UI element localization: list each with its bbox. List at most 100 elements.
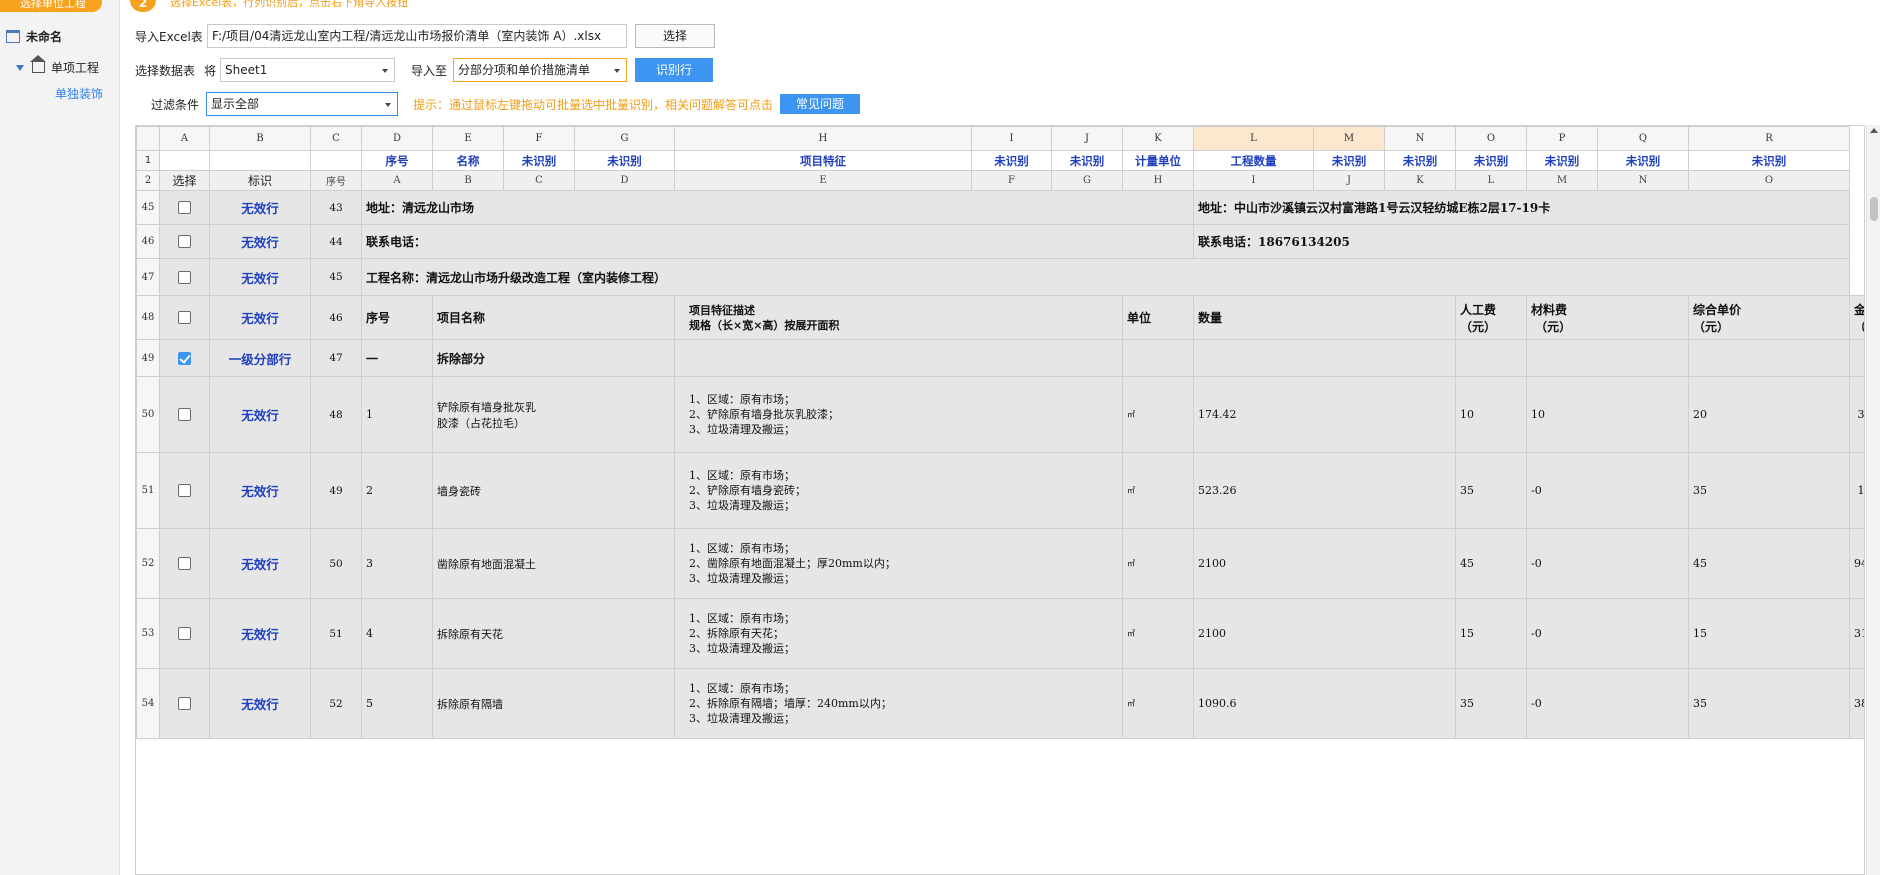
row-type-tag[interactable]: 无效行 bbox=[209, 528, 311, 599]
choose-file-button[interactable]: 选择 bbox=[635, 24, 715, 48]
tree-leaf-item[interactable]: 单独装饰 bbox=[55, 85, 103, 102]
row-type-tag[interactable]: 无效行 bbox=[209, 452, 311, 529]
column-letter[interactable]: I bbox=[971, 126, 1052, 151]
sidebar-step-tab[interactable]: 选择单位工程 bbox=[0, 0, 120, 12]
column-letter[interactable]: F bbox=[503, 126, 575, 151]
column-letter[interactable]: L bbox=[1193, 126, 1314, 151]
field-mapping-cell[interactable]: 未识别 bbox=[1384, 150, 1456, 171]
row-type-tag[interactable]: 一级分部行 bbox=[209, 339, 311, 377]
row-type-tag[interactable]: 无效行 bbox=[209, 190, 311, 225]
column-letter[interactable]: E bbox=[432, 126, 504, 151]
row-select-checkbox[interactable] bbox=[178, 484, 191, 498]
row-type-tag[interactable]: 无效行 bbox=[209, 668, 311, 739]
field-mapping-cell[interactable] bbox=[159, 150, 210, 171]
column-letter[interactable]: C bbox=[310, 126, 362, 151]
field-mapping-cell[interactable]: 名称 bbox=[432, 150, 504, 171]
key-cell: E bbox=[674, 170, 972, 191]
select-cell[interactable] bbox=[159, 668, 210, 739]
row-select-checkbox[interactable] bbox=[178, 270, 191, 284]
column-letter[interactable]: P bbox=[1526, 126, 1598, 151]
data-cell: 一 bbox=[361, 339, 433, 377]
field-mapping-cell[interactable]: 未识别 bbox=[1051, 150, 1123, 171]
column-letter[interactable]: G bbox=[574, 126, 675, 151]
row-select-checkbox[interactable] bbox=[178, 557, 191, 571]
data-cell: 15 bbox=[1688, 598, 1850, 669]
select-cell[interactable] bbox=[159, 452, 210, 529]
filter-select[interactable]: 显示全部 bbox=[206, 92, 398, 116]
row-number: 52 bbox=[136, 528, 160, 599]
field-mapping-cell[interactable] bbox=[209, 150, 311, 171]
data-cell: 3488.40 bbox=[1849, 376, 1864, 453]
select-cell[interactable] bbox=[159, 528, 210, 599]
building-icon bbox=[6, 30, 20, 43]
column-letter[interactable]: A bbox=[159, 126, 210, 151]
row-number: 2 bbox=[136, 170, 160, 191]
select-cell[interactable] bbox=[159, 376, 210, 453]
select-cell[interactable] bbox=[159, 258, 210, 296]
row-select-checkbox[interactable] bbox=[178, 311, 191, 325]
field-mapping-cell[interactable]: 未识别 bbox=[574, 150, 675, 171]
row-type-tag[interactable]: 无效行 bbox=[209, 376, 311, 453]
table-row: 51 无效行 49 2 墙身瓷砖 1、区域：原有市场； 2、铲除原有墙身瓷砖； 3、垃圾清… bbox=[136, 452, 1864, 529]
seq-cell: 52 bbox=[310, 668, 362, 739]
select-cell[interactable] bbox=[159, 598, 210, 669]
field-mapping-cell[interactable]: 未识别 bbox=[1688, 150, 1850, 171]
column-letter[interactable]: B bbox=[209, 126, 311, 151]
row-number: 45 bbox=[136, 190, 160, 225]
row-type-tag[interactable]: 无效行 bbox=[209, 258, 311, 296]
data-cell: 94500 bbox=[1849, 528, 1864, 599]
step-indicator: 2 选择Excel表，行列识别后，点击右下角导入按钮 bbox=[128, 0, 548, 13]
field-mapping-cell[interactable]: 未识别 bbox=[1526, 150, 1598, 171]
select-cell[interactable] bbox=[159, 190, 210, 225]
field-mapping-cell[interactable]: 未识别 bbox=[1597, 150, 1689, 171]
field-mapping-cell[interactable]: 序号 bbox=[361, 150, 433, 171]
column-letter[interactable]: M bbox=[1313, 126, 1385, 151]
column-letter[interactable]: Q bbox=[1597, 126, 1689, 151]
filter-label: 过滤条件 bbox=[151, 98, 200, 112]
row-type-tag[interactable]: 无效行 bbox=[209, 224, 311, 259]
field-mapping-cell[interactable]: 未识别 bbox=[1313, 150, 1385, 171]
table-row: 53 无效行 51 4 拆除原有天花 1、区域：原有市场； 2、拆除原有天花； 3、垃圾清… bbox=[136, 598, 1864, 669]
column-letter[interactable]: N bbox=[1384, 126, 1456, 151]
row-select-checkbox[interactable] bbox=[178, 697, 191, 711]
column-letter[interactable]: J bbox=[1051, 126, 1123, 151]
field-mapping-cell[interactable]: 未识别 bbox=[1455, 150, 1527, 171]
select-cell[interactable] bbox=[159, 339, 210, 377]
file-path-input[interactable]: F:/项目/04清远龙山室内工程/清远龙山市场报价清单（室内装饰 A）.xlsx bbox=[207, 24, 627, 48]
field-mapping-cell[interactable]: 未识别 bbox=[971, 150, 1052, 171]
select-cell[interactable] bbox=[159, 295, 210, 340]
field-mapping-cell[interactable]: 项目特征 bbox=[674, 150, 972, 171]
column-letter[interactable]: R bbox=[1688, 126, 1850, 151]
row-select-checkbox[interactable] bbox=[178, 351, 191, 365]
scrollbar-thumb[interactable] bbox=[1870, 197, 1878, 221]
column-letter[interactable]: O bbox=[1455, 126, 1527, 151]
key-cell: 标识 bbox=[209, 170, 311, 191]
scroll-up-icon[interactable] bbox=[1870, 128, 1878, 133]
column-letter[interactable]: H bbox=[674, 126, 972, 151]
column-letter[interactable]: K bbox=[1122, 126, 1194, 151]
row-select-checkbox[interactable] bbox=[178, 627, 191, 641]
tree-child-item[interactable]: 单项工程 bbox=[16, 55, 99, 76]
row-type-tag[interactable]: 无效行 bbox=[209, 598, 311, 669]
field-mapping-row: 1 序号 名称 未识别 未识别 项目特征 未识别 未识别 计量单位 工程数量 未识别 未识别 未识别 未识… bbox=[136, 150, 1865, 171]
field-mapping-cell[interactable]: 工程数量 bbox=[1193, 150, 1314, 171]
import-to-select[interactable]: 分部分项和单价措施清单 bbox=[453, 58, 627, 82]
row-select-checkbox[interactable] bbox=[178, 408, 191, 422]
expand-arrow-icon[interactable] bbox=[16, 65, 24, 71]
dropdown-arrow-icon bbox=[382, 69, 388, 73]
field-mapping-cell[interactable] bbox=[310, 150, 362, 171]
row-type-tag[interactable]: 无效行 bbox=[209, 295, 311, 340]
data-cell: 15 bbox=[1455, 598, 1527, 669]
tree-root-item[interactable]: 未命名 bbox=[6, 28, 62, 45]
faq-button[interactable]: 常见问题 bbox=[780, 94, 860, 114]
field-mapping-cell[interactable]: 计量单位 bbox=[1122, 150, 1194, 171]
row-select-checkbox[interactable] bbox=[178, 201, 191, 215]
row-select-checkbox[interactable] bbox=[178, 235, 191, 249]
vertical-scrollbar[interactable] bbox=[1866, 125, 1880, 875]
column-letter[interactable]: D bbox=[361, 126, 433, 151]
field-mapping-cell[interactable]: 未识别 bbox=[503, 150, 575, 171]
identify-row-button[interactable]: 识别行 bbox=[635, 58, 713, 82]
data-cell: 10 bbox=[1455, 376, 1527, 453]
select-cell[interactable] bbox=[159, 224, 210, 259]
sheet-select[interactable]: Sheet1 bbox=[220, 58, 395, 82]
